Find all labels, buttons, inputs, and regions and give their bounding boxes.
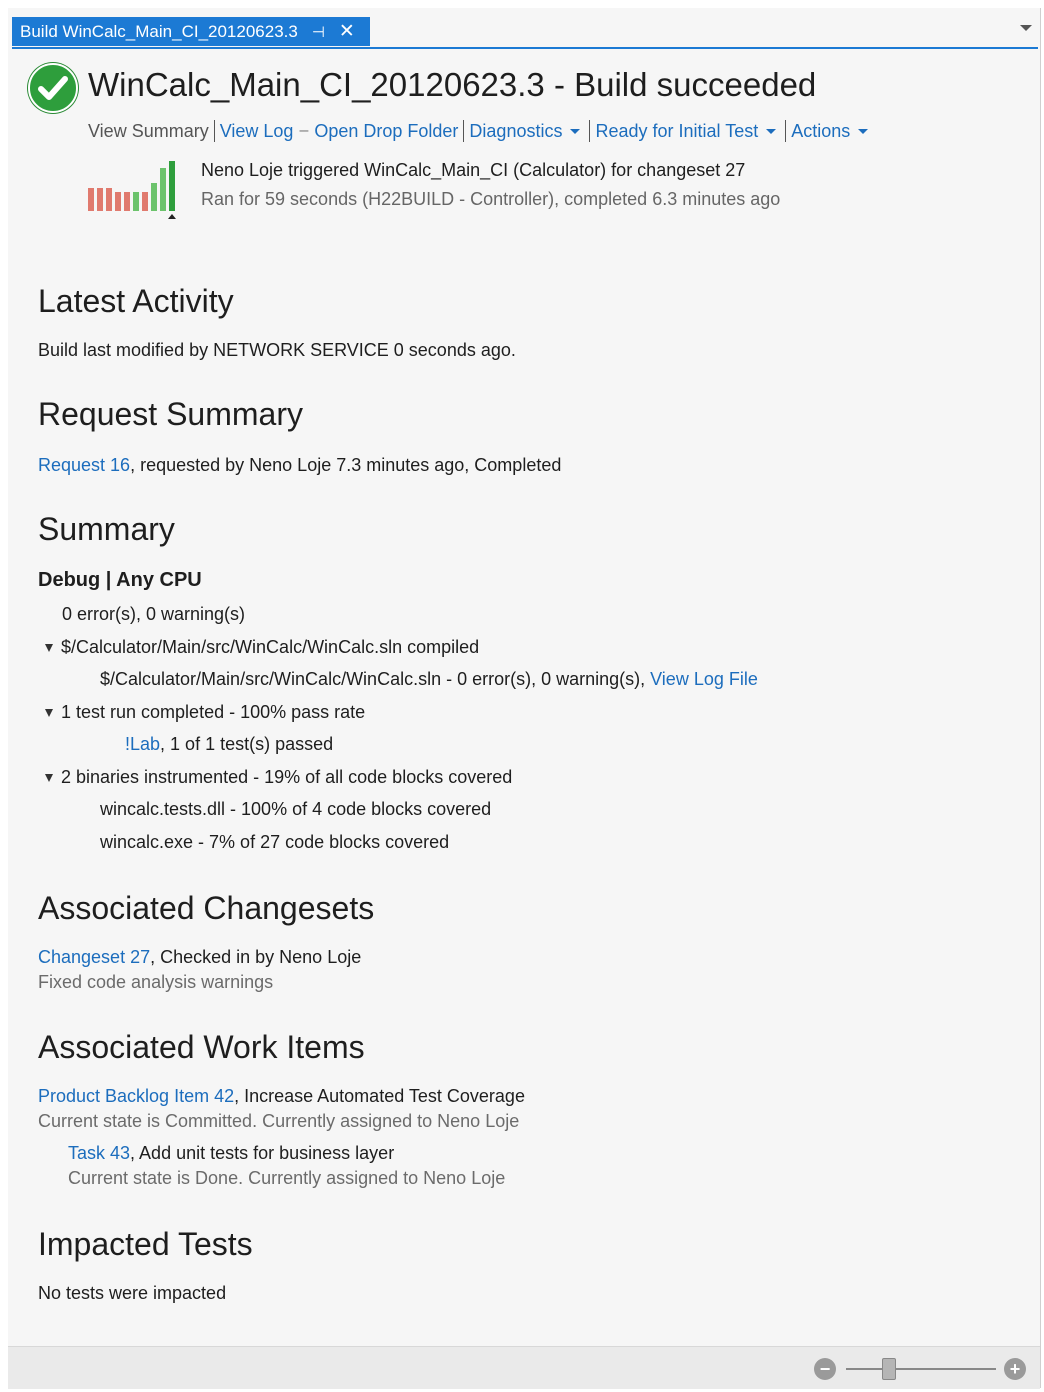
expanded-triangle-icon[interactable] [45,709,53,718]
work-item-title: , Increase Automated Test Coverage [234,1086,525,1106]
work-item-line: Product Backlog Item 42, Increase Automa… [38,1086,525,1107]
expanded-triangle-icon[interactable] [45,774,53,783]
latest-activity-heading: Latest Activity [38,283,234,319]
zoom-bar: − + [8,1346,1040,1389]
build-history-bar[interactable] [169,161,175,211]
changeset-link[interactable]: Changeset 27 [38,947,150,967]
tab-label: Build WinCalc_Main_CI_20120623.3 [20,21,298,41]
build-history-bar[interactable] [97,188,103,211]
product-backlog-item-link[interactable]: Product Backlog Item 42 [38,1086,234,1106]
diagnostics-link[interactable]: Diagnostics [469,121,562,142]
chevron-down-icon[interactable] [858,128,869,134]
pin-icon[interactable]: ⊣ [312,23,325,41]
chevron-down-icon[interactable] [570,128,581,134]
chevron-down-icon[interactable] [766,128,777,134]
build-history-bar[interactable] [160,168,166,211]
trigger-line: Neno Loje triggered WinCalc_Main_CI (Cal… [201,160,746,180]
summary-heading: Summary [38,511,175,547]
build-history-chart[interactable] [88,158,188,222]
changeset-text: , Checked in by Neno Loje [150,947,362,967]
compiled-detail-text: $/Calculator/Main/src/WinCalc/WinCalc.sl… [100,669,651,689]
work-item-title: , Add unit tests for business layer [130,1143,395,1163]
test-run-line: 1 test run completed - 100% pass rate [61,702,366,722]
work-item-state: Current state is Committed. Currently as… [38,1111,520,1131]
task-link[interactable]: Task 43 [68,1143,130,1163]
lab-test-line: !Lab, 1 of 1 test(s) passed [125,734,333,755]
zoom-slider-track[interactable] [846,1368,996,1370]
link-separator [463,120,465,142]
build-history-bar[interactable] [88,188,94,211]
view-summary-link[interactable]: View Summary [88,121,209,142]
binary-coverage-item: wincalc.tests.dll - 100% of 4 code block… [100,799,492,819]
build-action-links: View Summary View Log – Open Drop Folder… [88,120,872,142]
associated-work-items-heading: Associated Work Items [38,1029,365,1065]
impacted-tests-text: No tests were impacted [38,1283,227,1303]
tab-build-report[interactable]: Build WinCalc_Main_CI_20120623.3 ⊣ ✕ [12,17,370,46]
request-link[interactable]: Request 16 [38,455,130,475]
build-history-bar[interactable] [142,192,148,211]
request-summary-text: , requested by Neno Loje 7.3 minutes ago… [130,455,562,475]
zoom-slider-thumb[interactable] [882,1358,896,1380]
close-icon[interactable]: ✕ [339,20,355,43]
link-separator [785,120,787,142]
binaries-tree-node[interactable]: 2 binaries instrumented - 19% of all cod… [45,767,512,788]
build-trigger-info: Neno Loje triggered WinCalc_Main_CI (Cal… [201,160,780,210]
associated-changesets-heading: Associated Changesets [38,890,375,926]
link-separator [213,120,215,142]
link-separator [589,120,591,142]
compiled-detail-line: $/Calculator/Main/src/WinCalc/WinCalc.sl… [100,669,758,690]
request-summary-heading: Request Summary [38,396,303,432]
build-history-bar[interactable] [133,192,139,211]
open-drop-folder-link[interactable]: Open Drop Folder [314,121,458,142]
run-duration-line: Ran for 59 seconds (H22BUILD - Controlle… [201,189,781,209]
changeset-line: Changeset 27, Checked in by Neno Loje [38,947,361,968]
compiled-line: $/Calculator/Main/src/WinCalc/WinCalc.sl… [61,637,480,657]
build-history-bar[interactable] [124,192,130,211]
tab-overflow-dropdown-icon[interactable] [1020,25,1032,31]
impacted-tests-heading: Impacted Tests [38,1226,253,1262]
build-history-bar[interactable] [115,192,121,211]
expanded-triangle-icon[interactable] [45,644,53,653]
build-history-bar[interactable] [106,188,112,211]
latest-activity-text: Build last modified by NETWORK SERVICE 0… [38,340,516,360]
work-item-state: Current state is Done. Currently assigne… [68,1168,506,1188]
lab-test-text: , 1 of 1 test(s) passed [160,734,334,754]
compiled-tree-node[interactable]: $/Calculator/Main/src/WinCalc/WinCalc.sl… [45,637,479,658]
build-succeeded-icon [28,63,78,113]
test-run-tree-node[interactable]: 1 test run completed - 100% pass rate [45,702,365,723]
binary-coverage-item: wincalc.exe - 7% of 27 code blocks cover… [100,832,450,852]
work-item-line: Task 43, Add unit tests for business lay… [68,1143,394,1164]
view-log-file-link[interactable]: View Log File [650,669,758,689]
lab-link[interactable]: !Lab [125,734,160,754]
zoom-in-button[interactable]: + [1004,1358,1026,1380]
document-tabstrip: Build WinCalc_Main_CI_20120623.3 ⊣ ✕ [12,17,1038,49]
binaries-line: 2 binaries instrumented - 19% of all cod… [61,767,513,787]
actions-link[interactable]: Actions [791,121,850,142]
view-log-link[interactable]: View Log [220,121,294,142]
errors-warnings-line: 0 error(s), 0 warning(s) [62,604,246,624]
build-configuration: Debug | Any CPU [38,569,202,591]
request-summary-line: Request 16, requested by Neno Loje 7.3 m… [38,455,561,476]
build-history-bar[interactable] [151,183,157,211]
changeset-comment: Fixed code analysis warnings [38,972,274,992]
ready-for-initial-test-link[interactable]: Ready for Initial Test [595,121,758,142]
zoom-out-button[interactable]: − [814,1358,836,1380]
current-build-marker-icon [168,214,176,219]
page-title: WinCalc_Main_CI_20120623.3 - Build succe… [88,66,817,103]
link-dash-separator: – [299,122,309,139]
